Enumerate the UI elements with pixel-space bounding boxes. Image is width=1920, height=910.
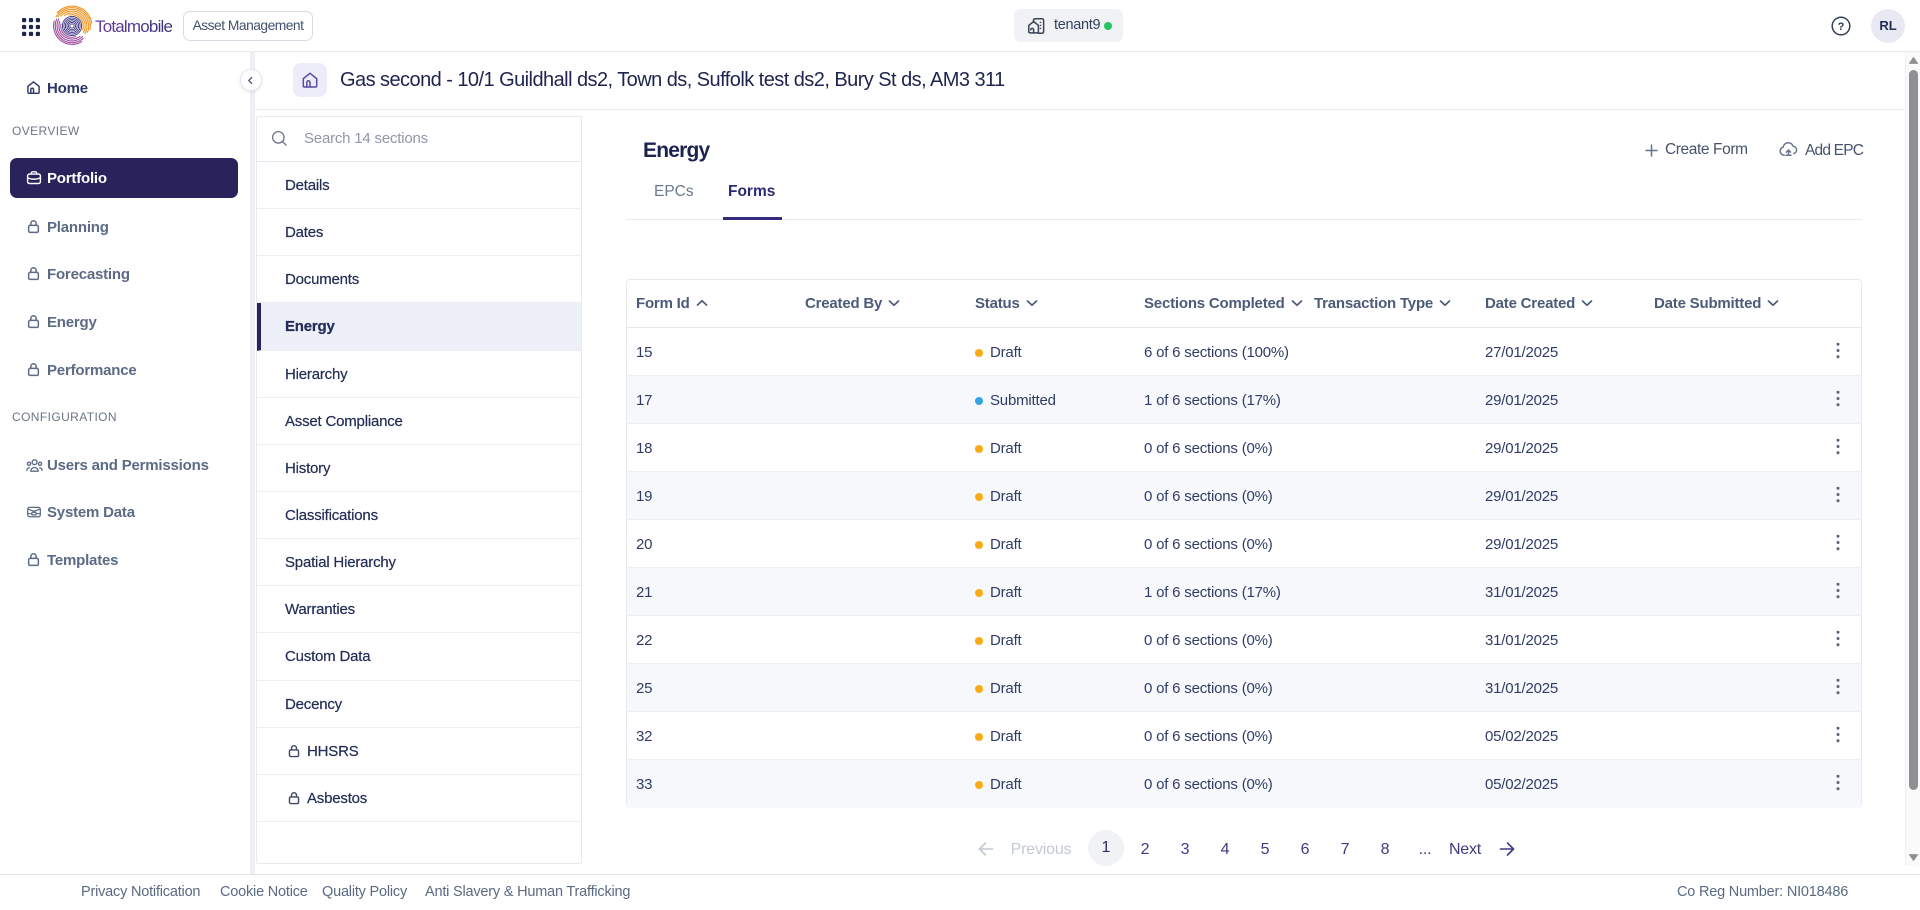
svg-text:?: ?	[1838, 21, 1845, 33]
